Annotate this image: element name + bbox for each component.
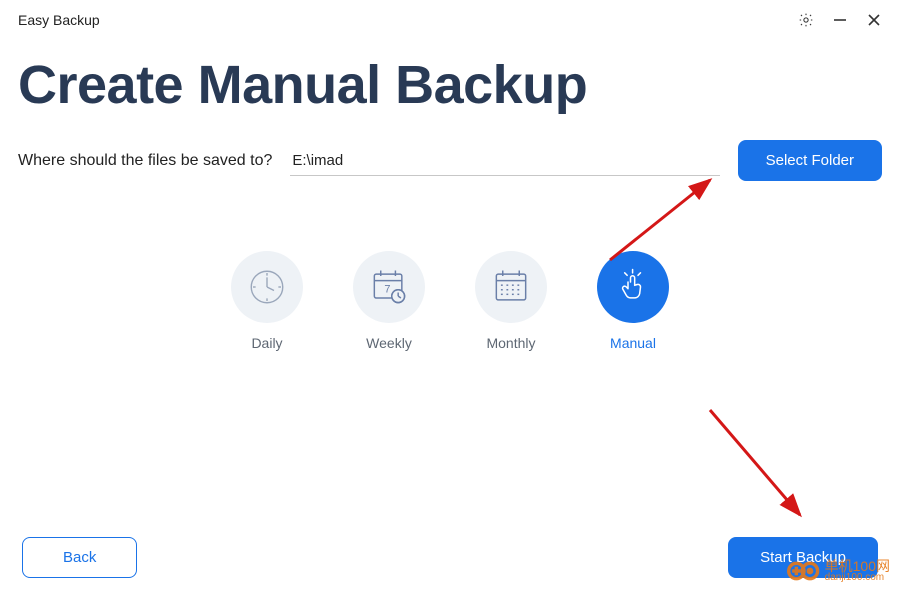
hand-tap-icon — [597, 251, 669, 323]
calendar-week-icon: 7 — [353, 251, 425, 323]
frequency-option-label: Manual — [610, 335, 656, 351]
svg-text:7: 7 — [384, 284, 390, 296]
frequency-option-label: Daily — [251, 335, 282, 351]
annotation-arrow-icon — [700, 400, 820, 530]
frequency-option-monthly[interactable]: Monthly — [475, 251, 547, 351]
clock-icon — [231, 251, 303, 323]
start-backup-button[interactable]: Start Backup — [728, 537, 878, 578]
back-button[interactable]: Back — [22, 537, 137, 578]
minimize-icon[interactable] — [832, 12, 848, 28]
frequency-option-label: Weekly — [366, 335, 412, 351]
frequency-option-manual[interactable]: Manual — [597, 251, 669, 351]
destination-label: Where should the files be saved to? — [18, 152, 272, 170]
destination-row: Where should the files be saved to? Sele… — [0, 140, 900, 181]
close-icon[interactable] — [866, 12, 882, 28]
frequency-option-weekly[interactable]: 7 Weekly — [353, 251, 425, 351]
app-title: Easy Backup — [18, 12, 100, 28]
frequency-option-daily[interactable]: Daily — [231, 251, 303, 351]
page-title: Create Manual Backup — [0, 34, 900, 140]
calendar-month-icon — [475, 251, 547, 323]
window-controls — [798, 12, 882, 28]
frequency-options: Daily 7 Weekly — [0, 251, 900, 351]
destination-path-input[interactable] — [290, 146, 719, 176]
select-folder-button[interactable]: Select Folder — [738, 140, 882, 181]
gear-icon[interactable] — [798, 12, 814, 28]
footer: Back Start Backup — [0, 537, 900, 578]
frequency-option-label: Monthly — [486, 335, 535, 351]
